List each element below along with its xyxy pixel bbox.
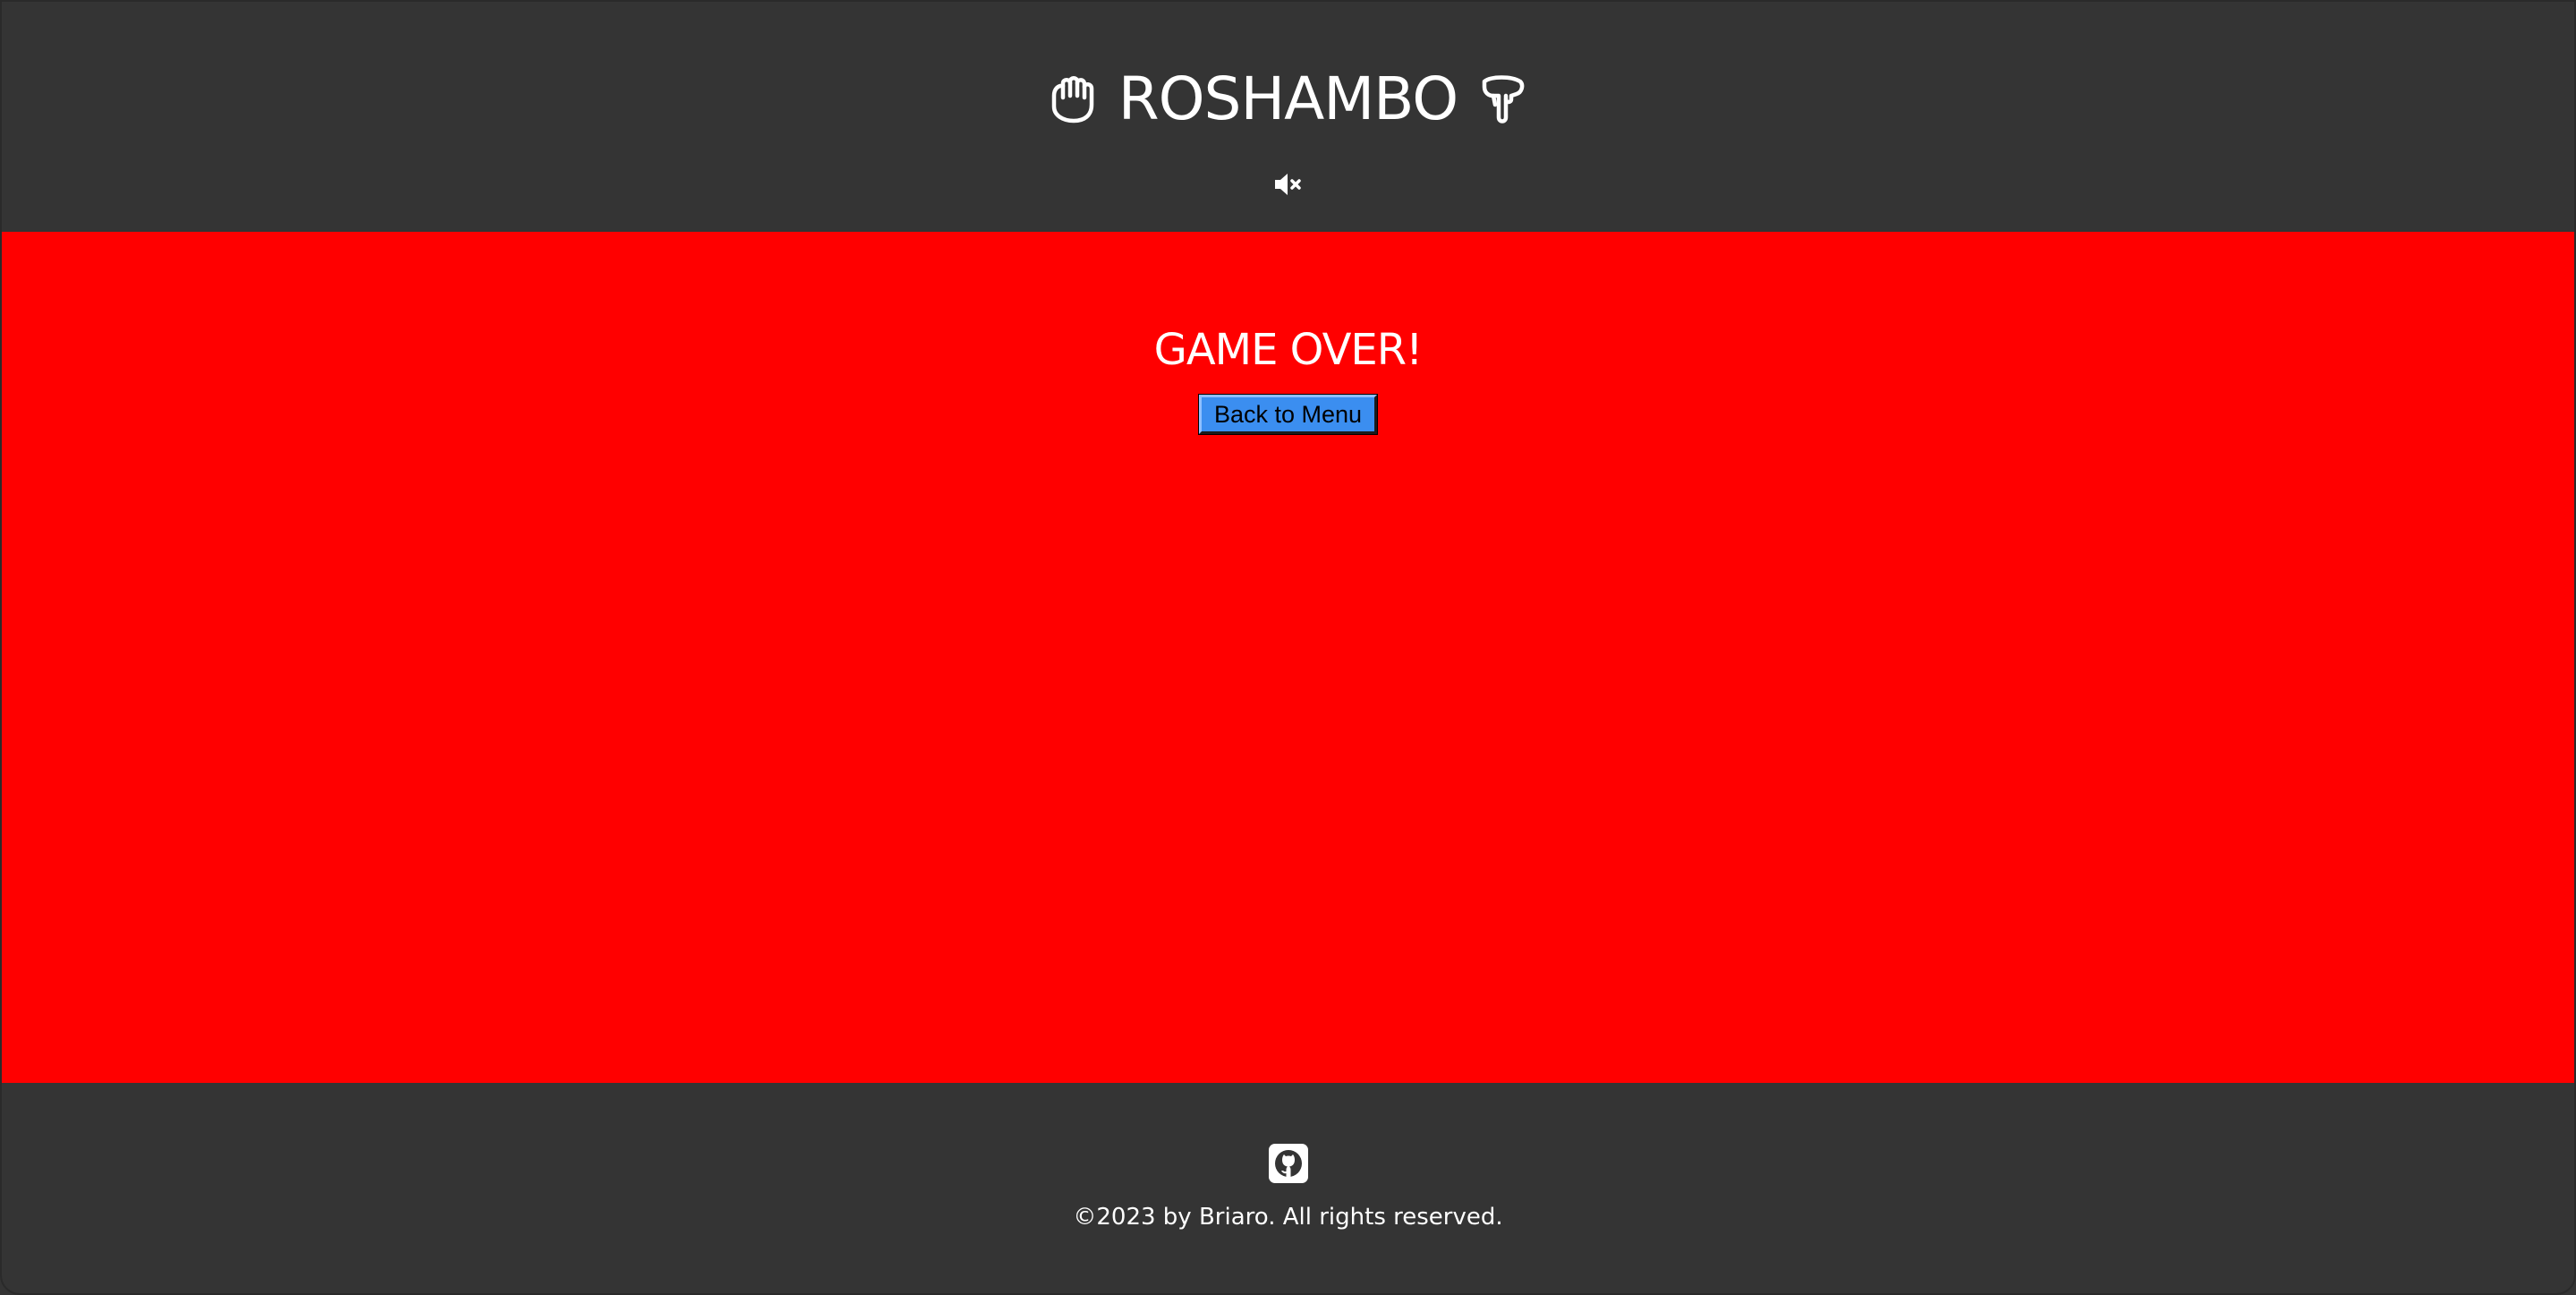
title-row: ROSHAMBO [1045, 61, 1532, 138]
app-window: ROSHAMBO GAME OVER! Back to Menu ©2023 b… [0, 0, 2576, 1295]
github-link[interactable] [1268, 1144, 1308, 1183]
fist-hand-icon [1045, 71, 1102, 128]
copyright-text: ©2023 by Briaro. All rights reserved. [1073, 1204, 1503, 1231]
page-title: ROSHAMBO [1118, 64, 1458, 133]
back-to-menu-button[interactable]: Back to Menu [1197, 394, 1379, 435]
pointing-down-hand-icon [1474, 71, 1531, 128]
site-header: ROSHAMBO [2, 2, 2574, 231]
game-area: GAME OVER! Back to Menu [2, 232, 2574, 1083]
speaker-muted-icon [1273, 172, 1304, 200]
github-icon [1268, 1144, 1308, 1187]
mute-toggle-button[interactable] [1271, 168, 1306, 204]
site-footer: ©2023 by Briaro. All rights reserved. [2, 1083, 2574, 1293]
game-over-heading: GAME OVER! [1153, 325, 1424, 375]
